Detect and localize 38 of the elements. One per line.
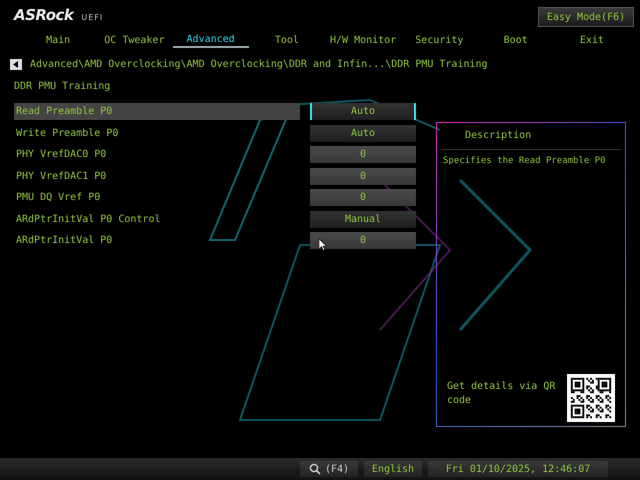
back-button[interactable]: [10, 58, 22, 70]
menu-tab[interactable]: Exit: [554, 32, 630, 48]
setting-label[interactable]: ARdPtrInitVal P0: [14, 232, 300, 250]
datetime-display: Fri 01/10/2025, 12:46:07: [428, 461, 608, 477]
menu-tab[interactable]: Main: [20, 32, 96, 48]
menu-tab[interactable]: Security: [401, 32, 478, 48]
back-arrow-icon: [13, 60, 19, 68]
panel-title: Description: [441, 123, 621, 150]
value-field[interactable]: 0: [310, 189, 416, 206]
menu-tab[interactable]: OC Tweaker: [96, 32, 172, 48]
value-field[interactable]: 0: [310, 146, 416, 164]
mouse-pointer-icon: [319, 239, 327, 251]
language-button[interactable]: English: [364, 461, 422, 477]
option-dropdown[interactable]: Auto: [310, 103, 416, 120]
section-title: DDR PMU Training: [13, 80, 112, 94]
description-text: Specifies the Read Preamble P0: [442, 155, 607, 168]
breadcrumb-path: Advanced\AMD Overclocking\AMD Overclocking\DDR and Infin...\DDR PMU Training: [30, 58, 488, 70]
setting-label[interactable]: PMU DQ Vref P0: [14, 189, 300, 206]
easy-mode-button[interactable]: Easy Mode(F6): [538, 7, 634, 27]
setting-label[interactable]: Write Preamble P0: [14, 124, 300, 142]
search-button[interactable]: (F4): [300, 461, 358, 477]
qr-hint: Get details via QR code: [447, 380, 556, 408]
logo: ASRock: [14, 6, 74, 24]
menu-tab[interactable]: H/W Monitor: [325, 32, 402, 48]
setting-label[interactable]: PHY VrefDAC0 P0: [14, 146, 300, 164]
option-dropdown[interactable]: Auto: [310, 124, 416, 142]
setting-label[interactable]: PHY VrefDAC1 P0: [14, 168, 300, 185]
setting-label[interactable]: ARdPtrInitVal P0 Control: [14, 210, 300, 228]
value-field[interactable]: 0: [310, 232, 416, 250]
logo-subtitle: UEFI: [81, 13, 104, 22]
value-field[interactable]: 0: [310, 168, 416, 185]
menu-tab[interactable]: Boot: [478, 32, 554, 48]
menu-tab[interactable]: Advanced: [172, 32, 249, 48]
option-dropdown[interactable]: Manual: [310, 210, 416, 228]
menu-tab[interactable]: Tool: [248, 32, 325, 48]
qr-code-icon: [567, 374, 615, 422]
search-icon: [308, 463, 321, 475]
setting-label[interactable]: Read Preamble P0: [14, 103, 300, 120]
